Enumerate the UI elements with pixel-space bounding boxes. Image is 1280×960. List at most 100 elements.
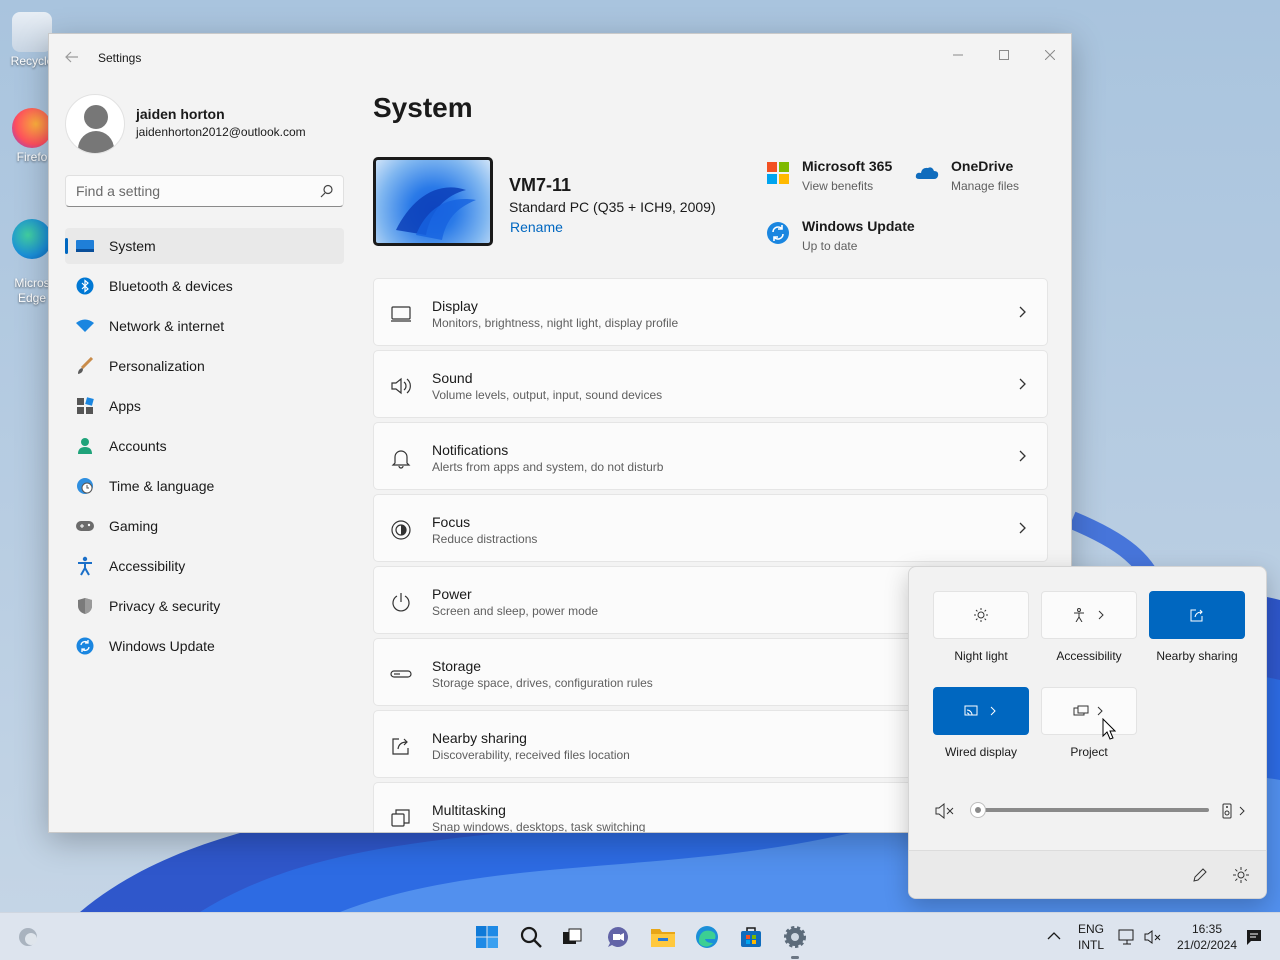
storage-icon [390,670,412,678]
settings-taskbar-button[interactable] [779,921,811,953]
device-name: VM7-11 [509,175,572,195]
weather-icon [19,928,37,946]
card-focus[interactable]: Focus Reduce distractions [373,494,1048,562]
nearby-sharing-label: Nearby sharing [1156,649,1238,663]
edge-icon [12,219,52,259]
clock[interactable]: 16:35 21/02/2024 [1172,921,1242,953]
notification-center-icon[interactable] [1245,928,1263,946]
night-light-tile[interactable] [933,591,1029,639]
taskbar: ENG INTL 16:35 21/02/2024 [0,912,1280,960]
folder-icon [651,929,675,947]
sidebar-item-network[interactable]: Network & internet [65,308,344,344]
gear-icon [784,926,806,948]
mouse-cursor [1102,718,1116,740]
maximize-button[interactable] [981,40,1027,70]
firefox-icon [12,108,52,148]
wired-display-tile[interactable] [933,687,1029,735]
task-view-button[interactable] [556,921,588,953]
chevron-right-icon [990,706,996,716]
audio-device-icon[interactable] [1221,803,1233,819]
volume-slider-thumb[interactable] [970,802,986,818]
volume-muted-icon[interactable] [935,803,955,819]
multitasking-icon [391,809,410,827]
windows-update-icon [767,222,789,244]
volume-slider-track[interactable] [977,808,1209,812]
power-icon [392,593,410,612]
edge-button[interactable] [691,921,723,953]
night-light-label: Night light [954,649,1008,663]
rename-link[interactable]: Rename [510,219,563,235]
accessibility-label: Accessibility [1056,649,1122,663]
display-icon [391,306,411,322]
back-arrow-icon[interactable] [65,50,79,66]
card-notifications[interactable]: Notifications Alerts from apps and syste… [373,422,1048,490]
search-button[interactable] [515,921,547,953]
close-icon [1044,49,1056,61]
start-button[interactable] [471,921,503,953]
microsoft-365-icon [767,162,789,184]
maximize-icon [999,50,1009,60]
chevron-right-icon[interactable] [1237,805,1247,817]
speaker-icon [391,377,411,395]
settings-icon[interactable] [1232,866,1250,884]
project-tile[interactable] [1041,687,1137,735]
device-model: Standard PC (Q35 + ICH9, 2009) [509,199,716,215]
chevron-right-icon [1019,450,1026,462]
minimize-button[interactable] [935,40,981,70]
edit-icon[interactable] [1192,867,1208,883]
sidebar-item-gaming[interactable]: Gaming [65,508,344,544]
chevron-right-icon [1098,610,1104,620]
cast-icon [964,705,978,716]
accessibility-icon [1074,608,1084,622]
chevron-right-icon [1019,522,1026,534]
bluetooth-icon [75,276,95,296]
search-icon [520,926,542,948]
close-button[interactable] [1027,40,1071,70]
project-label: Project [1070,745,1108,759]
quick-link-onedrive[interactable]: OneDrive Manage files [915,158,1019,193]
search-icon [320,184,333,198]
title-bar: Settings [49,34,1071,82]
input-language-indicator[interactable]: ENG INTL [1074,921,1108,953]
search-box[interactable] [65,175,344,207]
chevron-up-icon[interactable] [1047,931,1061,941]
store-button[interactable] [735,921,767,953]
accessibility-tile[interactable] [1041,591,1137,639]
task-view-icon [563,928,582,944]
system-icon [75,236,95,256]
card-sound[interactable]: Sound Volume levels, output, input, soun… [373,350,1048,418]
volume-muted-tray-icon[interactable] [1144,928,1162,946]
sidebar-item-time-language[interactable]: Time & language [65,468,344,504]
chat-button[interactable] [602,921,634,953]
user-name: jaiden horton [136,106,225,122]
globe-clock-icon [75,476,95,496]
gamepad-icon [75,516,95,536]
onedrive-icon [915,167,939,179]
network-icon [75,316,95,336]
sidebar-item-bluetooth[interactable]: Bluetooth & devices [65,268,344,304]
quick-settings-flyout: Night light Accessibility Nearby sharing… [908,566,1267,899]
widgets-button[interactable] [12,921,44,953]
sidebar-item-windows-update[interactable]: Windows Update [65,628,344,664]
sidebar-item-system[interactable]: System [65,228,344,264]
store-icon [741,927,761,947]
nearby-sharing-tile[interactable] [1149,591,1245,639]
quick-link-microsoft-365[interactable]: Microsoft 365 View benefits [766,158,892,193]
card-display[interactable]: Display Monitors, brightness, night ligh… [373,278,1048,346]
nearby-sharing-icon [1190,609,1203,622]
update-icon [75,636,95,656]
minimize-icon [953,54,963,56]
sidebar-item-apps[interactable]: Apps [65,388,344,424]
network-status-icon[interactable] [1118,928,1136,946]
sidebar-item-privacy[interactable]: Privacy & security [65,588,344,624]
brush-icon [75,356,95,376]
search-input[interactable] [66,176,306,206]
sidebar-item-personalization[interactable]: Personalization [65,348,344,384]
sidebar-item-accessibility[interactable]: Accessibility [65,548,344,584]
quick-link-windows-update[interactable]: Windows Update Up to date [766,218,915,253]
device-wallpaper-thumbnail [373,157,493,246]
file-explorer-button[interactable] [647,921,679,953]
avatar [65,94,125,154]
page-title: System [373,92,473,123]
sidebar-item-accounts[interactable]: Accounts [65,428,344,464]
